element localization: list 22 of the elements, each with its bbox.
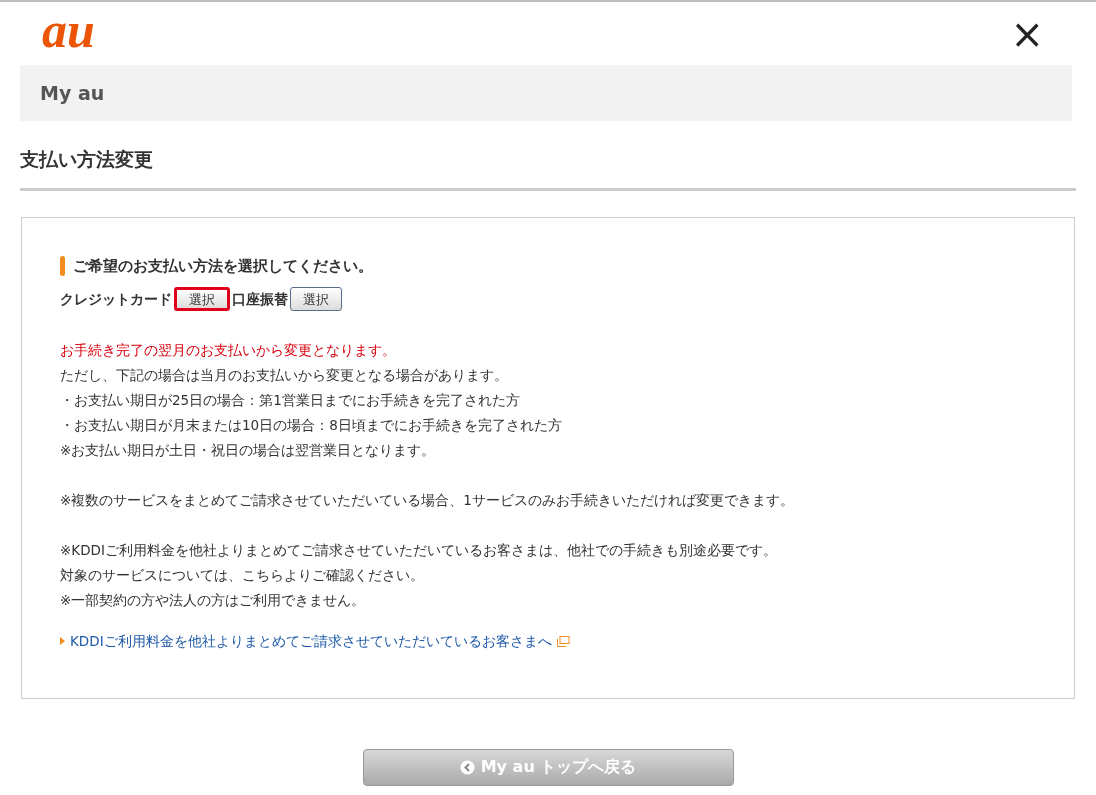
select-button[interactable]: 選択	[290, 287, 342, 311]
note-text: ・お支払い期日が月末または10日の場合：8日頃までにお手続きを完了された方	[60, 416, 563, 435]
note-text: ただし、下記の場合は当月のお支払いから変更となる場合があります。	[60, 366, 509, 385]
arrow-icon	[60, 637, 65, 646]
close-button[interactable]: ×	[1010, 13, 1044, 54]
option-label: 口座振替	[232, 289, 288, 309]
note-text: ※複数のサービスをまとめてご請求させていただいている場合、1サービスのみお手続きいただければ変更できます。	[60, 491, 795, 510]
option-label: クレジットカード	[60, 289, 172, 309]
external-link[interactable]: KDDIご利用料金を他社よりまとめてご請求させていただいているお客さまへ	[70, 631, 552, 652]
note-text: ・お支払い期日が25日の場合：第1営業日までにお手続きを完了された方	[60, 391, 521, 410]
select-button[interactable]: 選択	[174, 287, 230, 311]
warning-text: お手続き完了の翌月のお支払いから変更となります。	[60, 341, 397, 360]
au-logo[interactable]: au	[42, 4, 95, 55]
breadcrumb-text: My au	[40, 80, 105, 106]
note-text: ※一部契約の方や法人の方はご利用できません。	[60, 591, 367, 610]
page-title: 支払い方法変更	[20, 147, 154, 172]
heading-marker	[60, 255, 65, 276]
note-text: 対象のサービスについては、こちらよりご確認ください。	[60, 566, 425, 585]
section-heading: ご希望のお支払い方法を選択してください。	[73, 255, 373, 277]
note-text: ※お支払い期日が土日・祝日の場合は翌営業日となります。	[60, 441, 437, 460]
note-text: ※KDDIご利用料金を他社よりまとめてご請求させていただいているお客さまは、他社での手続きも別途必要です。	[60, 541, 778, 560]
external-window-icon	[556, 635, 570, 647]
